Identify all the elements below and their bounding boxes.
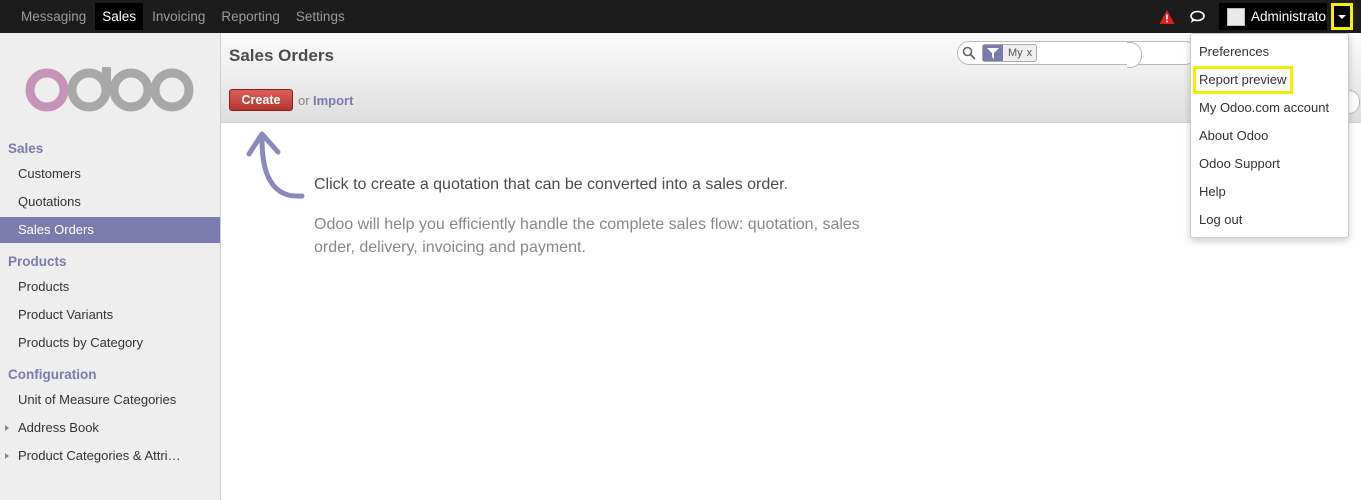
help-sub-text: Odoo will help you efficiently handle th… xyxy=(314,216,860,256)
chat-icon[interactable] xyxy=(1189,9,1205,25)
section-sales: Sales xyxy=(8,141,44,156)
sidebar: Sales Customers Quotations Sales Orders … xyxy=(0,33,221,500)
menu-item-odoo-account[interactable]: My Odoo.com account xyxy=(1191,94,1348,122)
sidebar-item-product-categories[interactable]: Product Categories & Attributes xyxy=(0,443,182,469)
chevron-down-icon xyxy=(1338,14,1346,19)
menu-item-preferences[interactable]: Preferences xyxy=(1191,38,1348,66)
create-hint-arrow-icon xyxy=(246,131,305,199)
menu-item-help[interactable]: Help xyxy=(1191,178,1348,206)
facet-remove-button[interactable]: x xyxy=(1027,47,1037,59)
or-text: or xyxy=(298,93,310,108)
search-facet: My x xyxy=(982,44,1038,62)
user-dropdown-menu: Preferences Report preview My Odoo.com a… xyxy=(1190,33,1349,238)
import-link[interactable]: Import xyxy=(313,93,353,108)
filter-icon xyxy=(983,45,1003,61)
user-menu-toggle[interactable]: Administrator xyxy=(1219,3,1327,30)
systray: Administrator xyxy=(1159,0,1361,33)
search-input[interactable]: My x xyxy=(957,41,1197,65)
warning-icon[interactable] xyxy=(1159,9,1175,25)
highlight-box xyxy=(1193,66,1293,94)
expand-triangle-icon xyxy=(5,453,9,459)
section-configuration: Configuration xyxy=(8,367,97,382)
sidebar-item-products-by-category[interactable]: Products by Category xyxy=(0,330,220,356)
top-navbar: Messaging Sales Invoicing Reporting Sett… xyxy=(0,0,1361,33)
menu-sales[interactable]: Sales xyxy=(95,3,144,30)
menu-item-logout[interactable]: Log out xyxy=(1191,206,1348,234)
sidebar-item-label: Address Book xyxy=(18,420,99,435)
sidebar-item-label: Product Categories & Attributes xyxy=(18,448,182,463)
menu-messaging[interactable]: Messaging xyxy=(14,3,93,30)
expand-triangle-icon xyxy=(5,425,9,431)
sidebar-item-products[interactable]: Products xyxy=(0,274,220,300)
user-name: Administrator xyxy=(1251,9,1327,24)
menu-item-support[interactable]: Odoo Support xyxy=(1191,150,1348,178)
menu-invoicing[interactable]: Invoicing xyxy=(145,3,212,30)
sidebar-item-customers[interactable]: Customers xyxy=(0,161,220,187)
menu-reporting[interactable]: Reporting xyxy=(214,3,287,30)
odoo-logo xyxy=(25,67,194,112)
help-main-text: Click to create a quotation that can be … xyxy=(314,176,789,193)
create-button[interactable]: Create xyxy=(229,89,293,111)
menu-item-about[interactable]: About Odoo xyxy=(1191,122,1348,150)
facet-label: My xyxy=(1008,47,1023,59)
sidebar-item-product-variants[interactable]: Product Variants xyxy=(0,302,220,328)
sidebar-item-sales-orders[interactable]: Sales Orders xyxy=(0,217,220,243)
page-title: Sales Orders xyxy=(229,46,334,65)
search-icon xyxy=(962,46,976,60)
sidebar-item-quotations[interactable]: Quotations xyxy=(0,189,220,215)
user-menu-caret-button[interactable] xyxy=(1331,3,1353,30)
menu-settings[interactable]: Settings xyxy=(289,3,352,30)
section-products: Products xyxy=(8,254,67,269)
sidebar-item-uom-categories[interactable]: Unit of Measure Categories xyxy=(0,387,220,413)
main-menu: Messaging Sales Invoicing Reporting Sett… xyxy=(14,0,354,33)
avatar xyxy=(1227,7,1245,26)
sidebar-item-address-book[interactable]: Address Book xyxy=(0,415,220,441)
